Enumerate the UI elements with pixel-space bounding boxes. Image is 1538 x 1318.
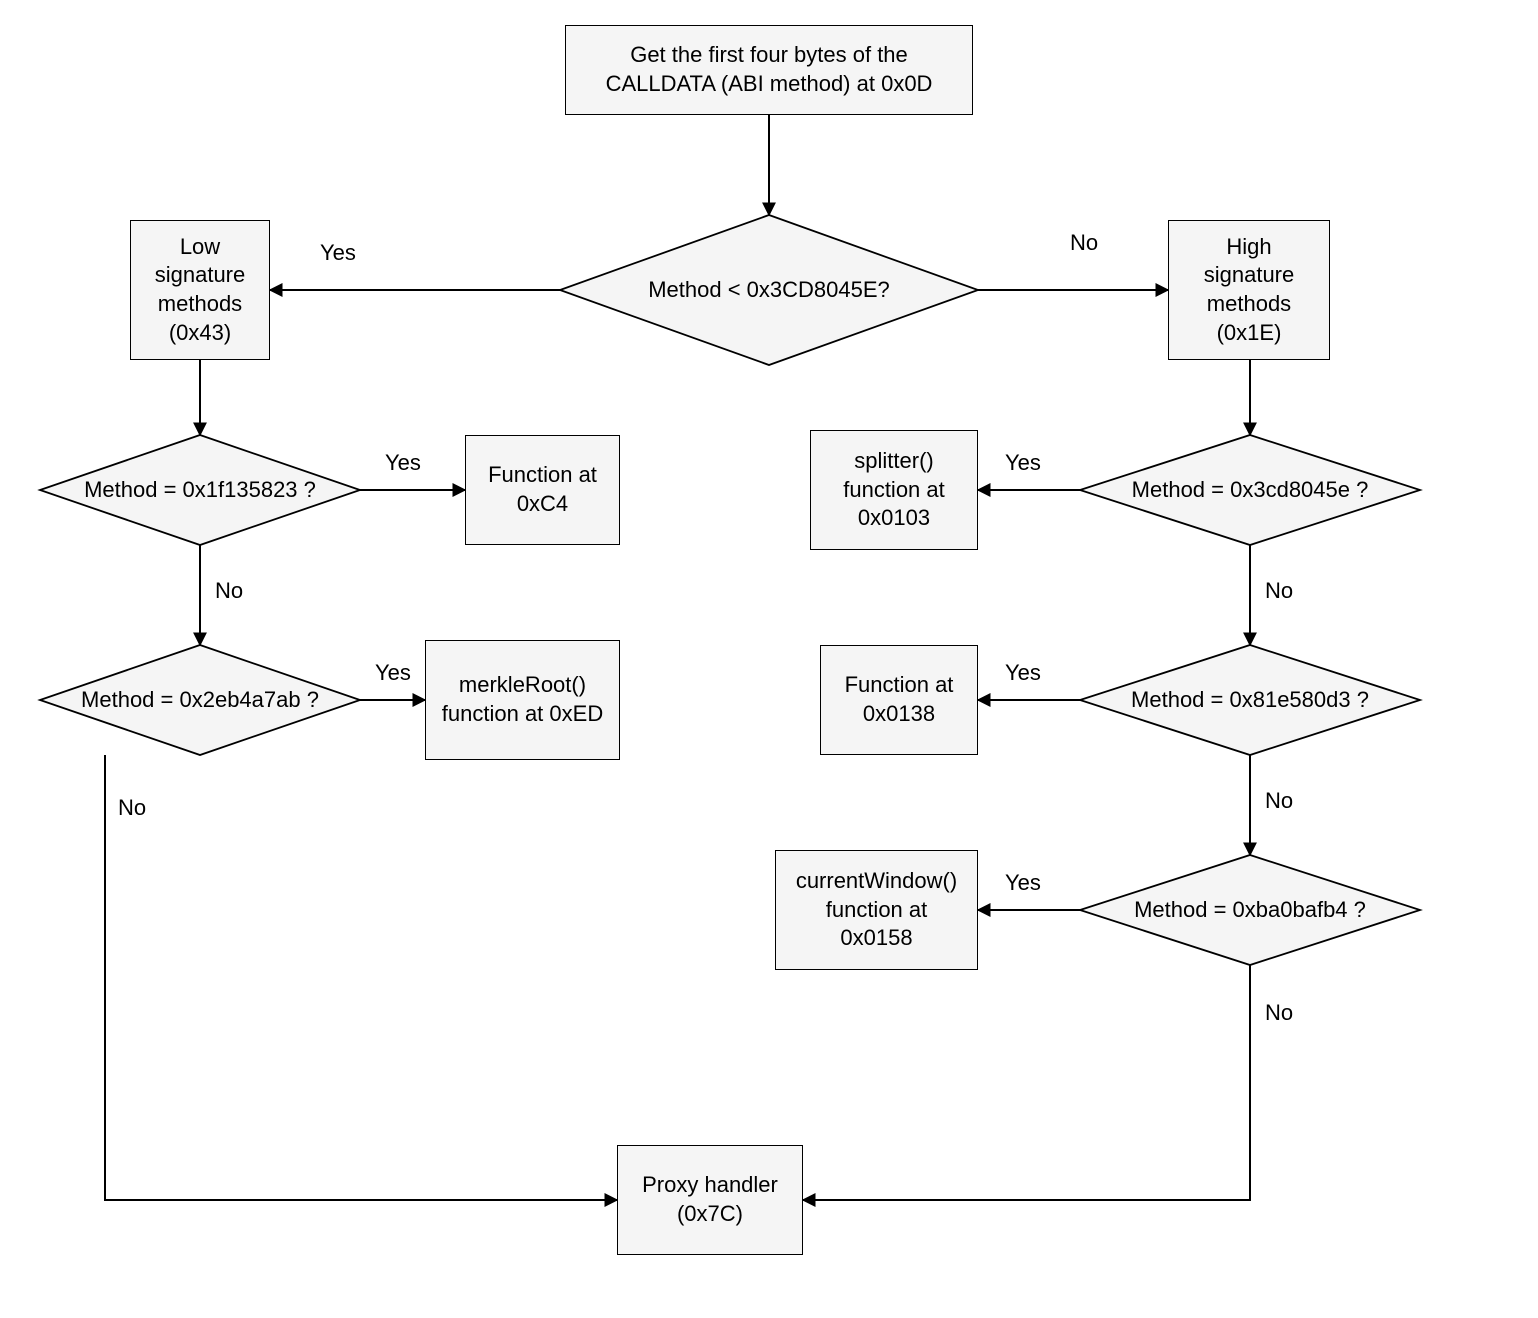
node-label: Method = 0x81e580d3 ? <box>1131 686 1369 715</box>
edge-label-dL1-yes: Yes <box>385 450 421 476</box>
node-label: currentWindow() function at 0x0158 <box>788 867 965 953</box>
node-label: Method = 0x3cd8045e ? <box>1132 476 1369 505</box>
edge-label-dL1-no: No <box>215 578 243 604</box>
node-label: Method < 0x3CD8045E? <box>648 276 890 305</box>
node-label: High signature methods (0x1E) <box>1181 233 1317 347</box>
node-label: Function at 0x0138 <box>833 671 965 728</box>
node-high-sig: High signature methods (0x1E) <box>1168 220 1330 360</box>
node-dL1: Method = 0x1f135823 ? <box>70 468 330 512</box>
node-dR2: Method = 0x81e580d3 ? <box>1118 678 1382 722</box>
flowchart-canvas: Get the first four bytes of the CALLDATA… <box>0 0 1538 1318</box>
node-d1: Method < 0x3CD8045E? <box>600 268 938 312</box>
flowchart-edges <box>0 0 1538 1318</box>
node-fn-c4: Function at 0xC4 <box>465 435 620 545</box>
node-label: Method = 0x2eb4a7ab ? <box>81 686 319 715</box>
node-dL2: Method = 0x2eb4a7ab ? <box>68 678 332 722</box>
node-label: Method = 0xba0bafb4 ? <box>1134 896 1366 925</box>
node-label: Function at 0xC4 <box>478 461 607 518</box>
edge-label-dL2-no: No <box>118 795 146 821</box>
node-start: Get the first four bytes of the CALLDATA… <box>565 25 973 115</box>
node-proxy: Proxy handler (0x7C) <box>617 1145 803 1255</box>
node-label: splitter() function at 0x0103 <box>823 447 965 533</box>
edge-label-dR3-yes: Yes <box>1005 870 1041 896</box>
node-label: Low signature methods (0x43) <box>143 233 257 347</box>
node-fn-ed: merkleRoot() function at 0xED <box>425 640 620 760</box>
edge-label-dL2-yes: Yes <box>375 660 411 686</box>
edge-label-dR2-no: No <box>1265 788 1293 814</box>
node-fn-138: Function at 0x0138 <box>820 645 978 755</box>
edge-label-d1-no: No <box>1070 230 1098 256</box>
node-label: Get the first four bytes of the CALLDATA… <box>578 41 960 98</box>
node-fn-158: currentWindow() function at 0x0158 <box>775 850 978 970</box>
node-dR1: Method = 0x3cd8045e ? <box>1120 468 1380 512</box>
edge-label-dR1-yes: Yes <box>1005 450 1041 476</box>
node-low-sig: Low signature methods (0x43) <box>130 220 270 360</box>
node-label: Method = 0x1f135823 ? <box>84 476 316 505</box>
edge-label-d1-yes: Yes <box>320 240 356 266</box>
node-dR3: Method = 0xba0bafb4 ? <box>1120 888 1380 932</box>
node-label: Proxy handler (0x7C) <box>630 1171 790 1228</box>
edge-label-dR1-no: No <box>1265 578 1293 604</box>
edge-label-dR3-no: No <box>1265 1000 1293 1026</box>
edge-label-dR2-yes: Yes <box>1005 660 1041 686</box>
node-fn-103: splitter() function at 0x0103 <box>810 430 978 550</box>
node-label: merkleRoot() function at 0xED <box>438 671 607 728</box>
